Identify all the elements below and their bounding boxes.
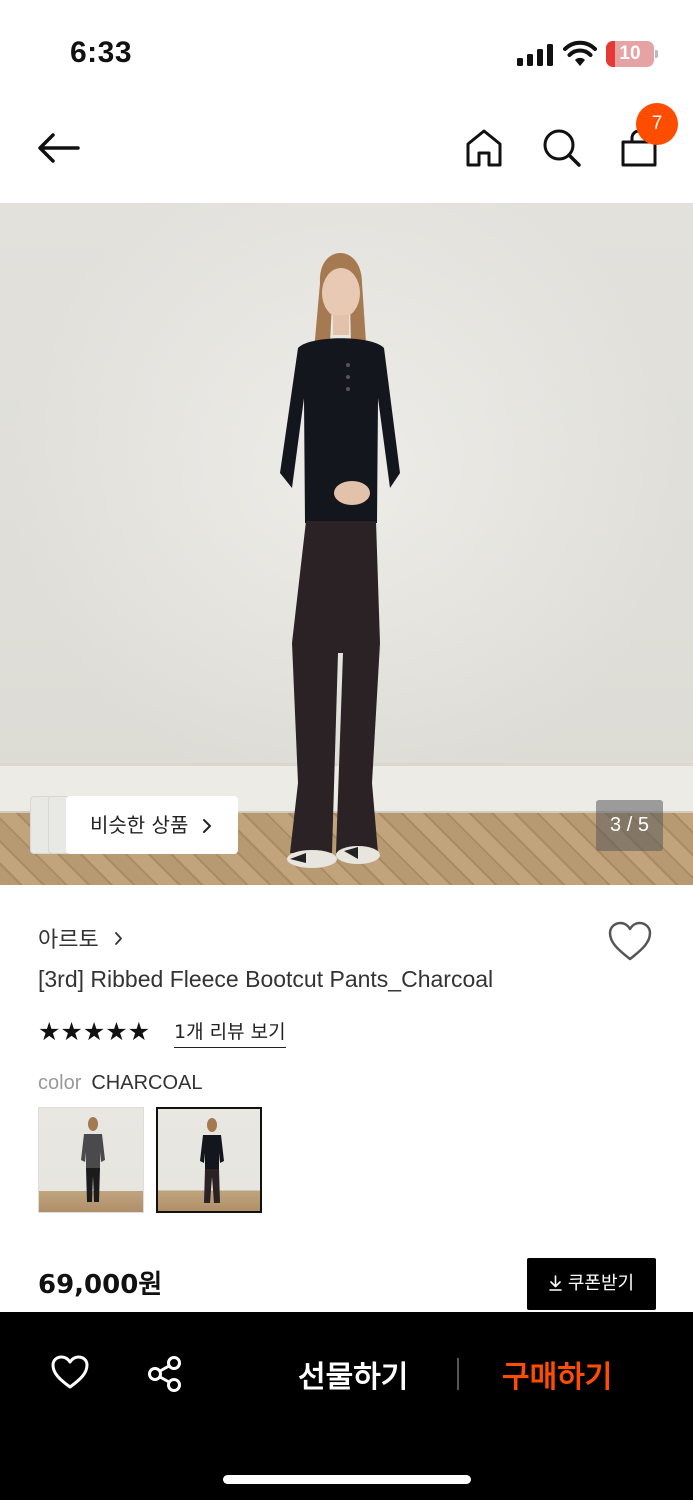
home-icon[interactable] [465,128,503,168]
similar-products-button[interactable]: 비슷한 상품 [66,796,238,854]
download-icon [549,1275,562,1291]
swatch-figure [81,1117,105,1202]
swatch-figure [200,1118,224,1203]
product-price: 69,000원 [38,1270,163,1300]
wishlist-heart-icon[interactable] [607,920,653,962]
chevron-right-icon [114,932,122,945]
cart-count-badge[interactable]: 7 [636,103,678,145]
similar-thumb [30,796,50,854]
similar-thumb [48,796,68,854]
coupon-label: 쿠폰받기 [567,1273,635,1294]
similar-products-label: 비슷한 상품 [90,813,189,837]
status-bar: 6:33 10 [0,0,693,100]
top-nav [0,100,693,203]
search-icon[interactable] [542,128,582,168]
chevron-right-icon [203,819,211,833]
product-image[interactable] [0,203,693,885]
color-swatch-selected[interactable] [156,1107,262,1213]
home-indicator [223,1475,471,1484]
battery-icon: 10 [606,41,658,67]
color-label: color [38,1072,82,1094]
bottom-action-bar [0,1312,693,1500]
coupon-download-button[interactable]: 쿠폰받기 [527,1258,656,1310]
image-page-counter: 3 / 5 [596,800,663,851]
color-value: CHARCOAL [91,1072,203,1094]
color-row: color CHARCOAL [38,1072,203,1095]
button-divider [457,1358,459,1390]
battery-level: 10 [619,43,641,64]
heart-icon[interactable] [50,1354,90,1390]
signal-icon [517,44,553,66]
wifi-icon [563,40,597,66]
status-time: 6:33 [70,36,133,69]
brand-link[interactable]: 아르토 [38,922,123,954]
buy-button[interactable]: 구매하기 [502,1352,612,1396]
model-figure [280,253,400,868]
brand-name: 아르토 [38,928,99,953]
back-arrow-icon[interactable] [36,130,82,166]
share-icon[interactable] [146,1355,184,1393]
product-title: [3rd] Ribbed Fleece Bootcut Pants_Charco… [38,966,494,992]
gift-button[interactable]: 선물하기 [298,1352,408,1396]
color-swatch-option[interactable] [38,1107,144,1213]
rating-stars: ★★★★★ [38,1017,151,1046]
review-link[interactable]: 1개 리뷰 보기 [174,1017,286,1048]
